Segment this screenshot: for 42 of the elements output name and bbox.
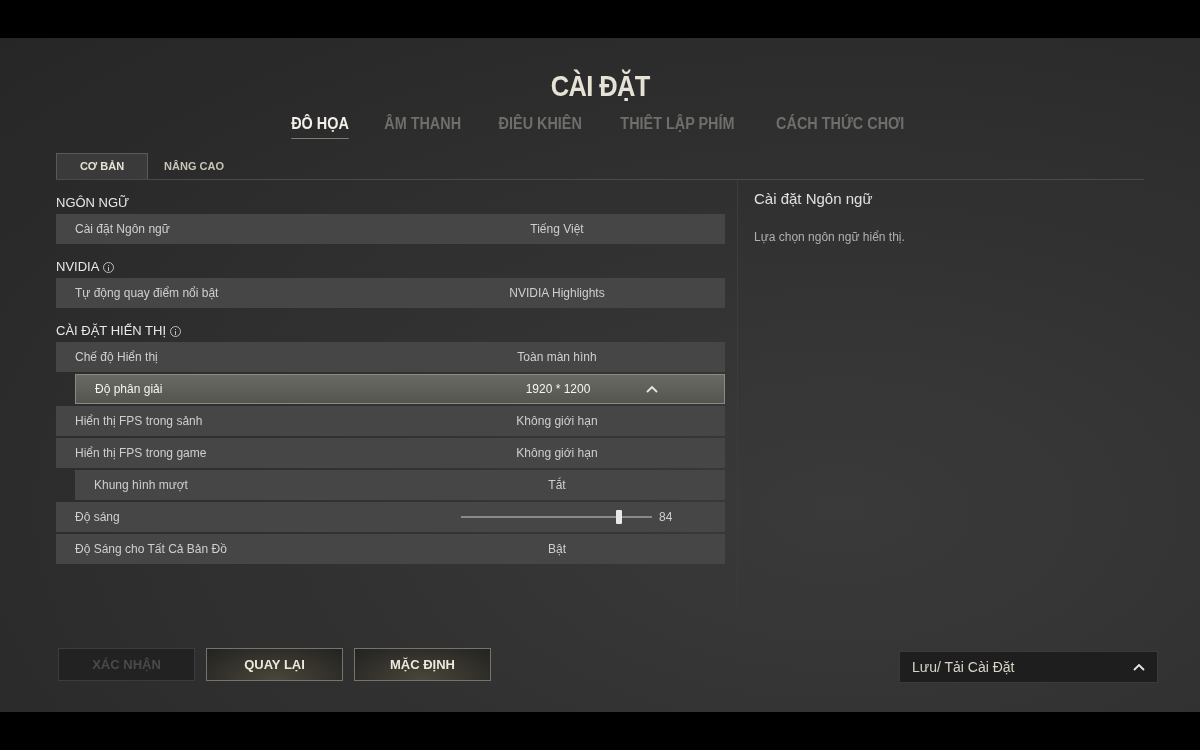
setting-label: Khung hình mượt <box>94 477 188 494</box>
setting-row[interactable]: Độ Sáng cho Tất Cả Bản Đồ Bật <box>56 534 725 564</box>
action-button[interactable]: MẶC ĐỊNH <box>354 648 491 681</box>
caret-icon <box>1133 663 1145 671</box>
action-button[interactable]: QUAY LẠI <box>206 648 343 681</box>
setting-label: Tự động quay điểm nổi bật <box>75 285 219 302</box>
tab[interactable]: ĐÔ HỌA <box>291 112 350 139</box>
selected-setting-row[interactable]: Độ phân giải 1920 * 1200 <box>75 374 725 404</box>
setting-label: Độ sáng <box>75 509 120 526</box>
setting-label: Hiển thị FPS trong game <box>75 445 207 462</box>
setting-label: Chế độ Hiển thị <box>75 349 158 366</box>
subtab[interactable]: CƠ BẢN <box>56 153 148 179</box>
setting-label: Độ Sáng cho Tất Cả Bản Đồ <box>75 541 227 558</box>
subtab[interactable]: NÂNG CAO <box>148 153 240 179</box>
caret-icon <box>646 385 658 393</box>
slider-value: 84 <box>659 509 673 526</box>
setting-value: Tiếng Việt <box>529 221 585 238</box>
setting-row[interactable]: Độ sáng 84 <box>56 502 725 532</box>
section-heading: NGÔN NGỮ <box>56 194 130 213</box>
setting-label: Hiển thị FPS trong sảnh <box>75 413 203 430</box>
setting-value: 1920 * 1200 <box>524 381 592 398</box>
setting-value: NVIDIA Highlights <box>508 285 606 302</box>
setting-row[interactable]: Chế độ Hiển thị Toàn màn hình <box>56 342 725 372</box>
setting-value: Tắt <box>547 476 567 494</box>
setting-value: Không giới hạn <box>515 413 599 430</box>
page-title: CÀI ĐẶT <box>550 68 650 104</box>
setting-value: Không giới hạn <box>515 445 599 462</box>
setting-row[interactable]: Hiển thị FPS trong sảnh Không giới hạn <box>56 406 725 436</box>
preset-dropdown[interactable]: Lưu/ Tải Cài Đặt <box>899 651 1158 683</box>
setting-value: Toàn màn hình <box>516 349 598 366</box>
setting-row[interactable]: Tự động quay điểm nổi bật NVIDIA Highlights <box>56 278 725 308</box>
section-heading: CÀI ĐẶT HIỂN THỊ <box>56 322 167 341</box>
slider-thumb[interactable] <box>616 510 623 524</box>
description-text: Lựa chọn ngôn ngữ hiển thị. <box>754 228 905 246</box>
setting-value: Bật <box>547 541 567 558</box>
setting-label: Độ phân giải <box>95 381 163 398</box>
setting-row[interactable]: Cài đặt Ngôn ngữ Tiếng Việt <box>56 214 725 244</box>
setting-label: Cài đặt Ngôn ngữ <box>75 221 170 238</box>
setting-row[interactable]: Khung hình mượt Tắt <box>75 470 725 500</box>
description-title: Cài đặt Ngôn ngữ <box>754 189 874 209</box>
setting-row[interactable]: Hiển thị FPS trong game Không giới hạn <box>56 438 725 468</box>
section-heading: NVIDIA <box>56 258 100 277</box>
